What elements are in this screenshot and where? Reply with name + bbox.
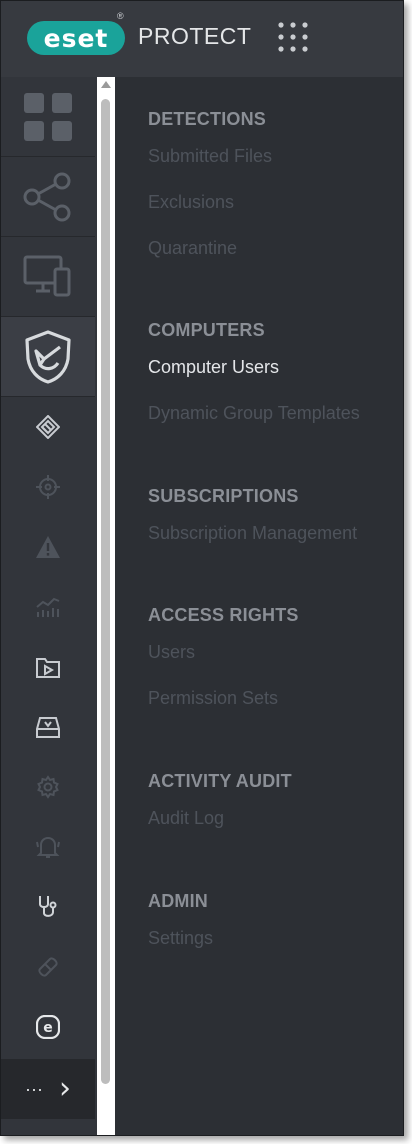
menu-item-quarantine[interactable]: Quarantine xyxy=(148,225,272,271)
scroll-thumb[interactable] xyxy=(101,99,110,1084)
scroll-up-arrow[interactable] xyxy=(101,81,111,88)
section-heading: ACTIVITY AUDIT xyxy=(148,771,292,791)
computers-icon xyxy=(23,255,71,296)
dashboard-tiles-icon xyxy=(24,92,72,141)
more-menu-panel: DETECTIONS Submitted Files Exclusions Qu… xyxy=(115,77,403,1135)
product-name: PROTECT xyxy=(138,23,252,49)
nav-reports[interactable] xyxy=(1,577,95,637)
network-share-icon xyxy=(23,172,71,221)
nav-layers[interactable] xyxy=(1,397,95,457)
section-detections: DETECTIONS Submitted Files Exclusions Qu… xyxy=(148,109,272,271)
menu-scrollbar[interactable] xyxy=(97,77,115,1135)
more-button[interactable]: ··· › xyxy=(1,1059,95,1119)
nav-detections[interactable] xyxy=(1,317,95,397)
nav-installers[interactable] xyxy=(1,697,95,757)
section-heading: COMPUTERS xyxy=(148,320,265,340)
e-badge-icon: e xyxy=(36,1015,60,1039)
more-dots: ··· xyxy=(25,1078,43,1099)
section-access-rights: ACCESS RIGHTS Users Permission Sets xyxy=(148,605,299,721)
nav-computers[interactable] xyxy=(1,237,95,317)
chart-icon xyxy=(36,597,60,617)
nav-alerts[interactable] xyxy=(1,517,95,577)
layers-icon xyxy=(36,415,60,439)
menu-item-submitted-files[interactable]: Submitted Files xyxy=(148,133,272,179)
nav-targets[interactable] xyxy=(1,457,95,517)
menu-item-exclusions[interactable]: Exclusions xyxy=(148,179,272,225)
nav-notifications[interactable] xyxy=(1,817,95,877)
section-computers: COMPUTERS Computer Users Dynamic Group T… xyxy=(148,320,360,436)
menu-item-settings[interactable]: Settings xyxy=(148,915,213,961)
nav-dashboard[interactable] xyxy=(1,77,95,157)
menu-item-audit-log[interactable]: Audit Log xyxy=(148,795,292,841)
nav-status[interactable] xyxy=(1,877,95,937)
eset-logo[interactable]: eset xyxy=(27,21,125,55)
menu-item-subscription-management[interactable]: Subscription Management xyxy=(148,510,357,556)
left-nav-rail: e ··· › xyxy=(1,77,97,1135)
section-heading: ADMIN xyxy=(148,891,208,911)
nav-patches[interactable] xyxy=(1,937,95,997)
menu-item-users[interactable]: Users xyxy=(148,629,299,675)
chevron-right-icon: › xyxy=(58,1071,71,1106)
crosshair-icon xyxy=(36,475,60,499)
menu-item-permission-sets[interactable]: Permission Sets xyxy=(148,675,299,721)
section-heading: ACCESS RIGHTS xyxy=(148,605,299,625)
section-heading: DETECTIONS xyxy=(148,109,267,129)
warning-icon xyxy=(36,536,60,558)
gear-icon xyxy=(37,775,59,799)
section-admin: ADMIN Settings xyxy=(148,891,213,961)
nav-tasks[interactable] xyxy=(1,637,95,697)
nav-network[interactable] xyxy=(1,157,95,237)
pill-icon xyxy=(38,957,58,977)
play-folder-icon xyxy=(36,658,60,678)
logo-text: eset xyxy=(43,23,109,53)
top-header: eset ® PROTECT xyxy=(1,1,403,77)
shield-detections-icon xyxy=(25,329,71,384)
stethoscope-icon xyxy=(39,896,57,917)
menu-item-computer-users[interactable]: Computer Users xyxy=(148,344,360,390)
nav-policies[interactable] xyxy=(1,757,95,817)
grid-dots-icon[interactable] xyxy=(277,21,309,53)
section-heading: SUBSCRIPTIONS xyxy=(148,486,299,506)
menu-item-dynamic-group-templates[interactable]: Dynamic Group Templates xyxy=(148,390,360,436)
bell-icon xyxy=(36,836,60,858)
svg-text:e: e xyxy=(43,1020,53,1036)
app-frame: eset ® PROTECT e ··· › DETECTIONS Submit… xyxy=(0,0,404,1136)
nav-eset-services[interactable]: e xyxy=(1,997,95,1057)
section-activity-audit: ACTIVITY AUDIT Audit Log xyxy=(148,771,292,841)
registered-mark: ® xyxy=(117,11,124,21)
section-subscriptions: SUBSCRIPTIONS Subscription Management xyxy=(148,486,357,556)
inbox-icon xyxy=(36,717,60,738)
